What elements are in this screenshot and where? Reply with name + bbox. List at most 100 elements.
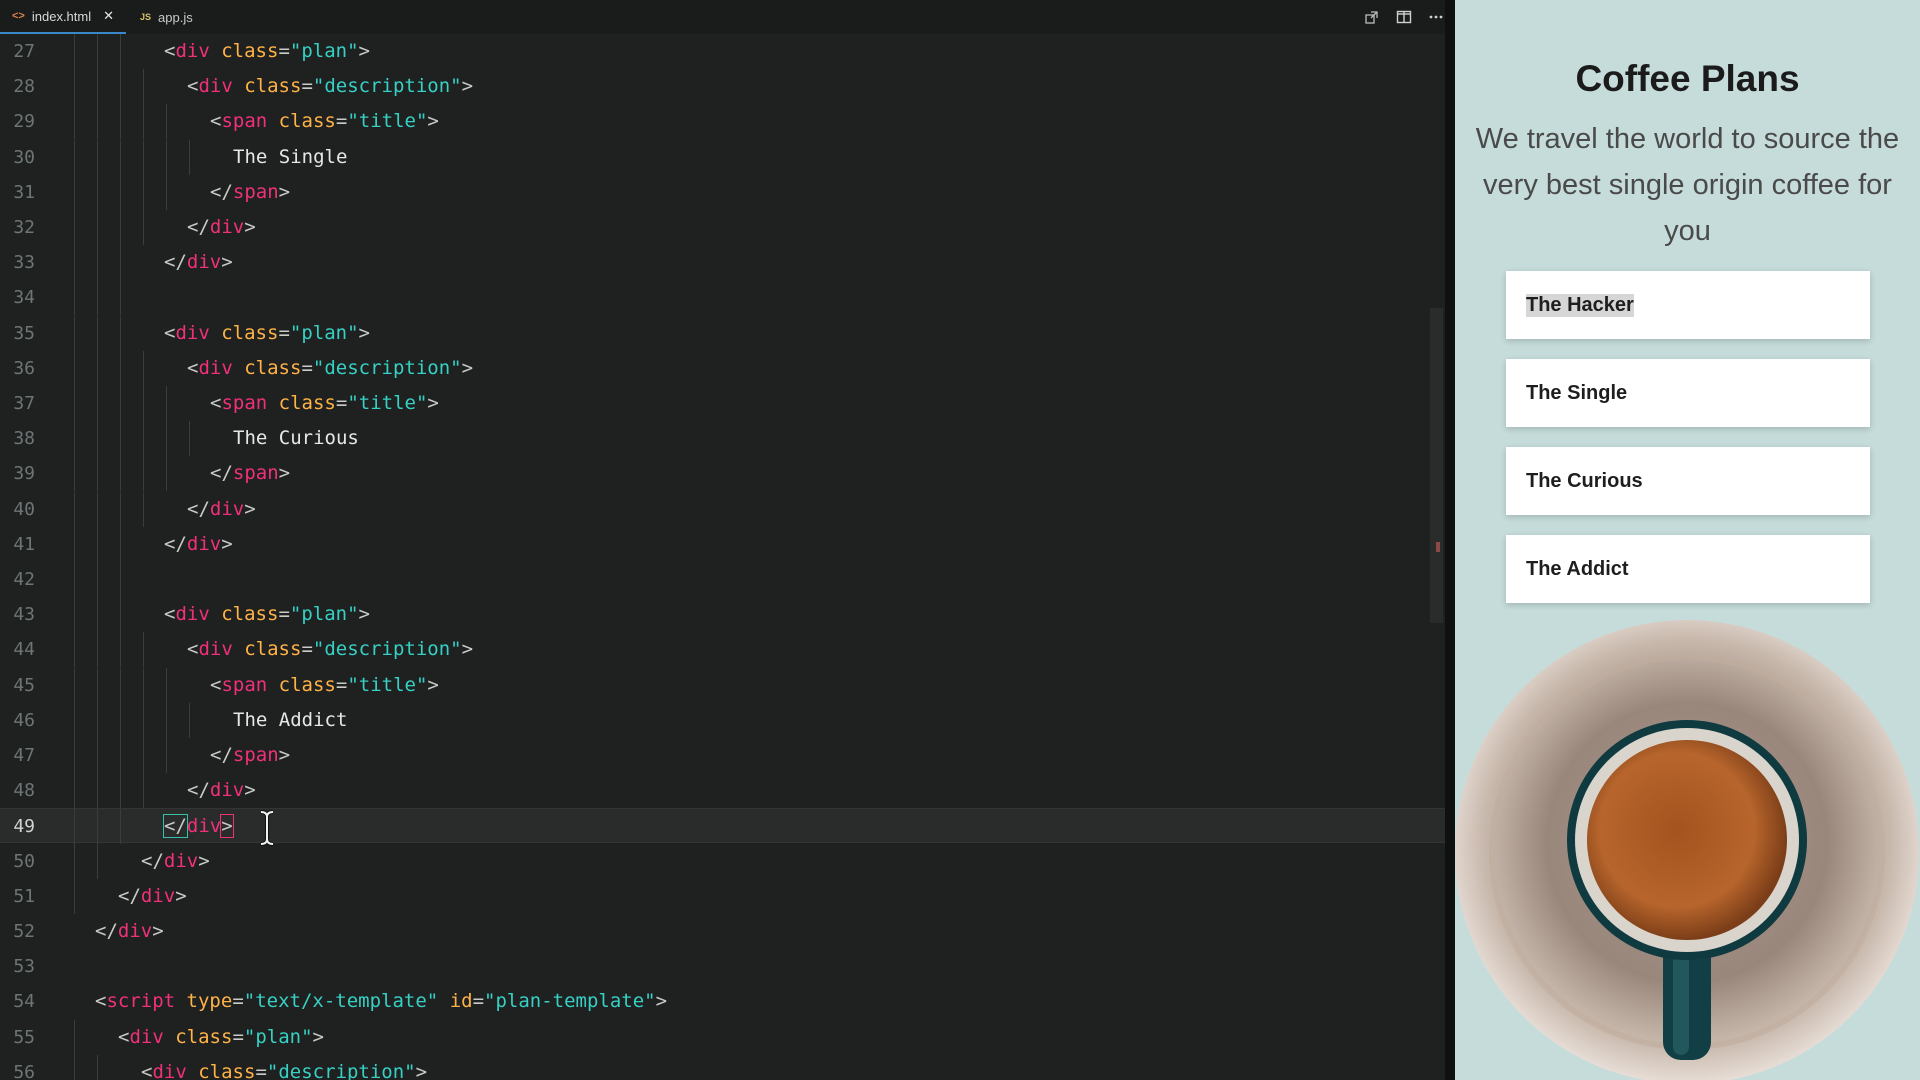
code-token: </ [210,180,233,203]
plan-card-curious[interactable]: The Curious [1506,447,1870,515]
code-line[interactable]: 40 </div> [0,491,1445,527]
code-line[interactable]: 53 [0,949,1445,984]
panel-divider[interactable] [1445,0,1455,1080]
indent-guide [97,280,98,316]
code-line[interactable]: 55 <div class="plan"> [0,1019,1445,1055]
code-token: > [278,462,291,485]
code-line[interactable]: 27 <div class="plan"> [0,34,1445,69]
code-line[interactable]: 42 [0,562,1445,597]
code-token: > [427,673,439,696]
line-number: 31 [13,181,35,203]
code-line[interactable]: 56 <div class="description"> [0,1054,1445,1080]
plan-card-hacker[interactable]: The Hacker [1506,271,1870,339]
code-token: = [278,40,290,62]
code-token: div [140,884,176,907]
line-number: 44 [13,639,35,661]
indent-guide [97,421,98,457]
code-line[interactable]: 46 The Addict [0,702,1445,738]
indent-guide [120,773,121,809]
code-line[interactable]: 28 <div class="description"> [0,69,1445,105]
indent-guide [120,738,121,773]
html-file-icon: <> [12,10,25,22]
code-line[interactable]: 34 [0,280,1445,316]
indent-guide [120,280,121,316]
code-line[interactable]: 33 </div> [0,245,1445,281]
indent-guide [166,386,167,421]
code-token: class [221,603,279,626]
code-line[interactable]: 31 </span> [0,174,1445,210]
indent-guide [166,421,167,457]
code-text: </div> [95,914,164,949]
code-area[interactable]: 27 <div class="plan"> 28 <div class="descri… [0,34,1445,1080]
scrollbar-thumb[interactable] [1430,308,1443,623]
code-line[interactable]: 39 </span> [0,456,1445,492]
split-editor-icon[interactable] [1395,8,1413,26]
code-line[interactable]: 52 </div> [0,914,1445,949]
indent-guide [120,809,121,845]
code-line[interactable]: 54 <script type="text/x-template" id="pla… [0,984,1445,1019]
plan-card-single[interactable]: The Single [1506,359,1870,427]
close-icon[interactable]: ✕ [103,8,114,24]
code-line[interactable]: 48 </div> [0,773,1445,809]
line-number: 53 [13,956,35,978]
indent-guide [74,597,75,633]
indent-guide [74,632,75,668]
code-line[interactable]: 38 The Curious [0,421,1445,457]
code-line[interactable]: 51 </div> [0,878,1445,914]
indent-guide [120,597,121,633]
code-text: <script type="text/x-template" id="plan-… [95,984,667,1019]
line-number: 39 [13,463,35,485]
indent-guide [97,69,98,105]
indent-guide [143,386,144,421]
plan-card-addict[interactable]: The Addict [1506,535,1870,603]
code-text: <div class="plan"> [118,1020,324,1055]
indent-guide [97,843,98,879]
code-line[interactable]: 35 <div class="plan"> [0,315,1445,351]
code-line[interactable]: 37 <span class="title"> [0,386,1445,421]
code-token: < [164,603,176,626]
code-text: </div> [187,492,256,527]
code-token: < [118,1025,130,1048]
code-line[interactable]: 44 <div class="description"> [0,632,1445,668]
code-line[interactable]: 41 </div> [0,526,1445,562]
code-line[interactable]: 45 <span class="title"> [0,667,1445,703]
tab-app-js[interactable]: JS app.js [128,0,205,34]
indent-guide [97,174,98,210]
code-text: <div class="description"> [187,69,473,104]
code-token: id [449,990,473,1013]
code-token: > [358,40,370,62]
code-token: "plan-template" [484,990,656,1013]
indent-guide [74,562,75,597]
code-editor[interactable]: <> index.html ✕ JS app.js 27 <div class="… [0,0,1455,1080]
code-token: = [472,990,485,1013]
code-token: </ [141,849,164,872]
code-line[interactable]: 30 The Single [0,139,1445,175]
indent-guide [74,386,75,421]
line-number: 32 [13,217,35,238]
indent-guide [97,34,98,69]
code-token: class [278,392,336,414]
tab-index-html[interactable]: <> index.html ✕ [0,0,127,34]
code-token: > [415,1060,428,1080]
indent-guide [74,809,75,845]
code-line[interactable]: 49 </div> [0,808,1445,845]
indent-guide [120,104,121,140]
code-line[interactable]: 36 <div class="description"> [0,350,1445,386]
code-token: < [164,321,176,344]
code-line[interactable]: 47 </span> [0,738,1445,773]
more-actions-icon[interactable] [1427,8,1445,26]
code-line[interactable]: 50 </div> [0,843,1445,879]
indent-guide [143,738,144,773]
indent-guide [143,139,144,175]
code-line[interactable]: 43 <div class="plan"> [0,597,1445,633]
code-line[interactable]: 32 </div> [0,210,1445,245]
code-token: class [278,673,336,696]
indent-guide [166,702,167,738]
open-changes-icon[interactable] [1363,8,1381,26]
indent-guide [120,139,121,175]
code-line[interactable]: 29 <span class="title"> [0,104,1445,140]
code-token: "plan" [289,321,359,344]
indent-guide [120,174,121,210]
